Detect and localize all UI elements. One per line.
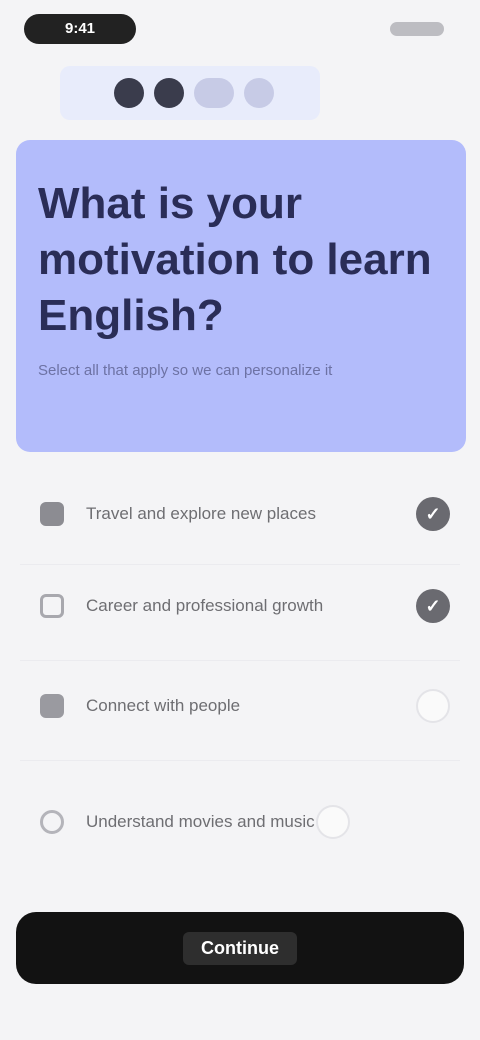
option-label: Understand movies and music bbox=[86, 812, 315, 831]
briefcase-icon bbox=[40, 594, 64, 618]
globe-icon bbox=[40, 502, 64, 526]
continue-button[interactable]: Continue bbox=[16, 912, 464, 984]
option-item-people[interactable]: Connect with people bbox=[20, 676, 460, 736]
option-label: Connect with people bbox=[86, 696, 241, 715]
empty-circle-icon[interactable] bbox=[416, 689, 450, 723]
empty-circle-icon[interactable] bbox=[316, 805, 350, 839]
divider bbox=[20, 564, 460, 565]
checkmark-icon[interactable]: ✓ bbox=[416, 497, 450, 531]
page-title: What is your motivation to learn English… bbox=[38, 179, 432, 340]
question-header: What is your motivation to learn English… bbox=[16, 140, 466, 452]
progress-step-dot bbox=[194, 78, 234, 108]
option-label: Career and professional growth bbox=[86, 596, 324, 615]
option-item-travel[interactable]: Travel and explore new places ✓ bbox=[20, 484, 460, 544]
option-item-career[interactable]: Career and professional growth ✓ bbox=[20, 576, 460, 636]
divider bbox=[20, 660, 460, 661]
music-icon bbox=[40, 810, 64, 834]
status-bar: 9:41 bbox=[0, 0, 480, 60]
page-subtitle: Select all that apply so we can personal… bbox=[38, 362, 333, 379]
progress-indicator bbox=[60, 66, 320, 120]
divider bbox=[20, 760, 460, 761]
progress-step-dot bbox=[114, 78, 144, 108]
checkmark-icon[interactable]: ✓ bbox=[416, 589, 450, 623]
option-label: Travel and explore new places bbox=[86, 504, 316, 523]
people-icon bbox=[40, 694, 64, 718]
option-item-movies[interactable]: Understand movies and music bbox=[20, 784, 460, 860]
status-icons bbox=[390, 22, 444, 36]
options-list: Travel and explore new places ✓ Career a… bbox=[20, 464, 460, 892]
continue-label: Continue bbox=[183, 931, 297, 965]
progress-step-dot bbox=[244, 78, 274, 108]
progress-step-dot bbox=[154, 78, 184, 108]
status-time: 9:41 bbox=[24, 14, 136, 44]
